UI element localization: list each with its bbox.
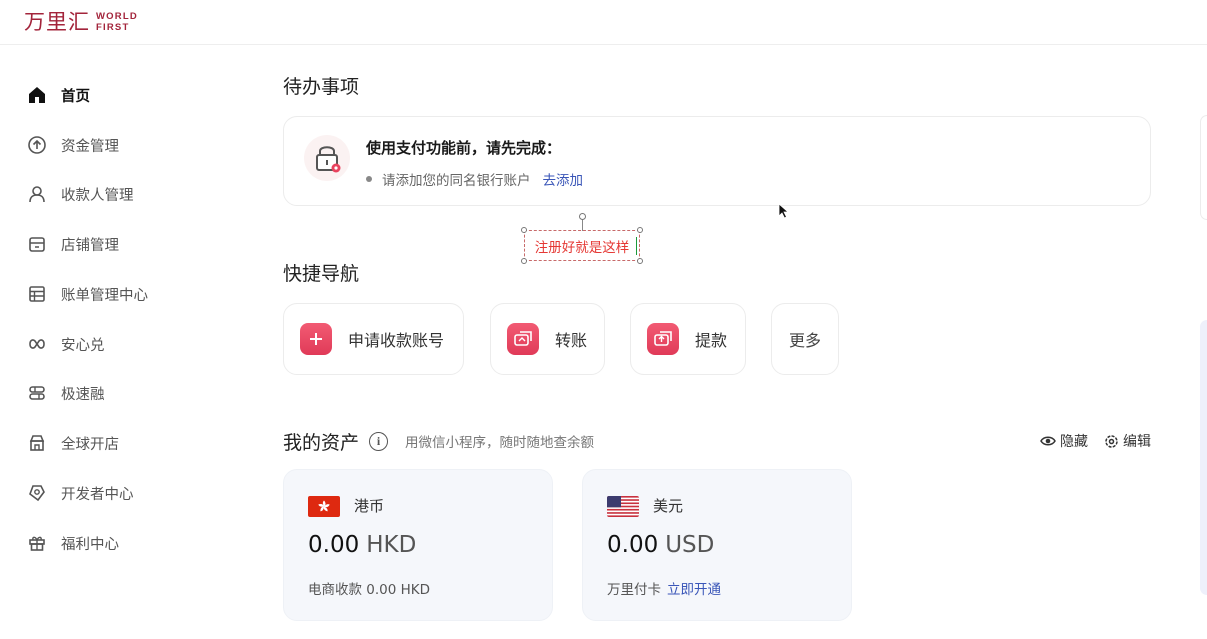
rotate-stem: [582, 219, 583, 231]
home-icon: [26, 84, 48, 106]
withdraw-icon: [647, 323, 679, 355]
sidebar-item-exchange[interactable]: 安心兑: [26, 332, 105, 356]
sidebar-item-label: 店铺管理: [61, 237, 119, 254]
assets-title-row: 我的资产 i 用微信小程序，随时随地查余额: [283, 428, 594, 454]
balance-amount: 0.00 HKD: [308, 532, 416, 558]
person-icon: [26, 183, 48, 205]
resize-handle-br[interactable]: [637, 258, 643, 264]
hide-label: 隐藏: [1060, 434, 1088, 450]
sidebar-item-label: 收款人管理: [61, 187, 134, 204]
gift-icon: [26, 532, 48, 554]
sidebar: 首页 资金管理 收款人管理 店铺管理 账单管理中心 安心兑 极速融 全球开店 开…: [0, 45, 245, 639]
amount-unit: HKD: [366, 532, 417, 558]
annotation-text: 注册好就是这样: [534, 239, 630, 256]
sidebar-item-stores[interactable]: 店铺管理: [26, 232, 119, 256]
quick-nav-title: 快捷导航: [283, 263, 360, 285]
sidebar-item-rewards[interactable]: 福利中心: [26, 531, 119, 555]
assets-title: 我的资产: [283, 431, 360, 454]
sidebar-item-bills[interactable]: 账单管理中心: [26, 282, 148, 306]
card-footer: 电商收款 0.00 HKD: [308, 582, 431, 598]
shop-icon: [26, 432, 48, 454]
edit-label: 编辑: [1123, 434, 1151, 450]
bullet-dot: [366, 176, 372, 182]
currency-name: 美元: [653, 497, 684, 515]
todo-task-text: 请添加您的同名银行账户: [382, 173, 531, 189]
eye-icon: [1040, 436, 1056, 446]
quick-nav-label: 更多: [788, 331, 821, 350]
sidebar-item-label: 福利中心: [61, 536, 119, 553]
asset-card-hkd[interactable]: 港币 0.00 HKD 电商收款 0.00 HKD: [283, 469, 553, 621]
transfer-icon: [507, 323, 539, 355]
logo-en-text: WORLD FIRST: [96, 11, 138, 33]
todo-card-title: 使用支付功能前，请先完成：: [366, 139, 562, 157]
quick-nav-label: 提款: [695, 331, 728, 350]
lock-icon: [304, 135, 350, 181]
sidebar-item-home[interactable]: 首页: [26, 83, 90, 107]
hide-balance-button[interactable]: 隐藏: [1040, 431, 1088, 451]
plus-icon: [300, 323, 332, 355]
amount-value: 0.00: [607, 532, 659, 558]
todo-card: 使用支付功能前，请先完成： 请添加您的同名银行账户 去添加: [283, 116, 1151, 206]
balance-amount: 0.00 USD: [607, 532, 714, 558]
exchange-icon: [26, 333, 48, 355]
sidebar-item-funds[interactable]: 资金管理: [26, 133, 119, 157]
resize-handle-bl[interactable]: [521, 258, 527, 264]
transfer-button[interactable]: 转账: [490, 303, 605, 375]
todo-section-title: 待办事项: [283, 76, 360, 98]
more-button[interactable]: 更多: [771, 303, 839, 375]
sidebar-item-label: 极速融: [61, 386, 105, 403]
right-panel-banner-edge: [1200, 320, 1207, 595]
sidebar-item-label: 资金管理: [61, 138, 119, 155]
assets-subtitle: 用微信小程序，随时随地查余额: [405, 435, 595, 451]
sidebar-item-developer[interactable]: 开发者中心: [26, 481, 134, 505]
amount-unit: USD: [665, 532, 715, 558]
resize-handle-tr[interactable]: [637, 227, 643, 233]
apply-account-button[interactable]: 申请收款账号: [283, 303, 464, 375]
resize-handle-tl[interactable]: [521, 227, 527, 233]
developer-icon: [26, 482, 48, 504]
store-icon: [26, 233, 48, 255]
finance-icon: [26, 382, 48, 404]
todo-task-row: 请添加您的同名银行账户 去添加: [366, 169, 583, 189]
sidebar-item-payees[interactable]: 收款人管理: [26, 182, 134, 206]
sidebar-item-label: 开发者中心: [61, 486, 134, 503]
mouse-cursor-icon: [778, 203, 790, 223]
arrow-up-circle-icon: [26, 134, 48, 156]
hk-flag-icon: [308, 496, 340, 517]
quick-nav-label: 转账: [555, 331, 588, 350]
amount-value: 0.00: [308, 532, 360, 558]
quick-nav-label: 申请收款账号: [348, 331, 445, 350]
sidebar-item-global-store[interactable]: 全球开店: [26, 431, 119, 455]
add-bank-account-link[interactable]: 去添加: [543, 169, 584, 189]
top-header: 万里汇 WORLD FIRST: [0, 0, 1207, 45]
card-footer: 万里付卡 立即开通: [607, 578, 721, 598]
sidebar-item-label: 账单管理中心: [61, 287, 148, 304]
logo-cn-text: 万里汇: [24, 10, 90, 34]
card-footer-text: 万里付卡: [607, 582, 661, 598]
sidebar-item-label: 安心兑: [61, 337, 105, 354]
gear-icon: [1105, 434, 1118, 448]
worldfirst-logo[interactable]: 万里汇 WORLD FIRST: [24, 9, 138, 35]
sidebar-item-finance[interactable]: 极速融: [26, 381, 105, 405]
annotation-textbox[interactable]: 注册好就是这样: [521, 213, 643, 264]
currency-name: 港币: [354, 497, 385, 515]
rotate-handle[interactable]: [579, 213, 586, 220]
us-flag-icon: [607, 496, 639, 517]
text-caret: [636, 237, 637, 255]
sidebar-item-label: 首页: [61, 88, 90, 105]
info-icon[interactable]: i: [369, 431, 389, 451]
edit-assets-button[interactable]: 编辑: [1104, 431, 1151, 451]
withdraw-button[interactable]: 提款: [630, 303, 746, 375]
sidebar-item-label: 全球开店: [61, 436, 119, 453]
asset-card-usd[interactable]: 美元 0.00 USD 万里付卡 立即开通: [582, 469, 852, 621]
bill-icon: [26, 283, 48, 305]
right-panel-card-edge: [1200, 115, 1207, 220]
activate-card-link[interactable]: 立即开通: [667, 582, 721, 598]
